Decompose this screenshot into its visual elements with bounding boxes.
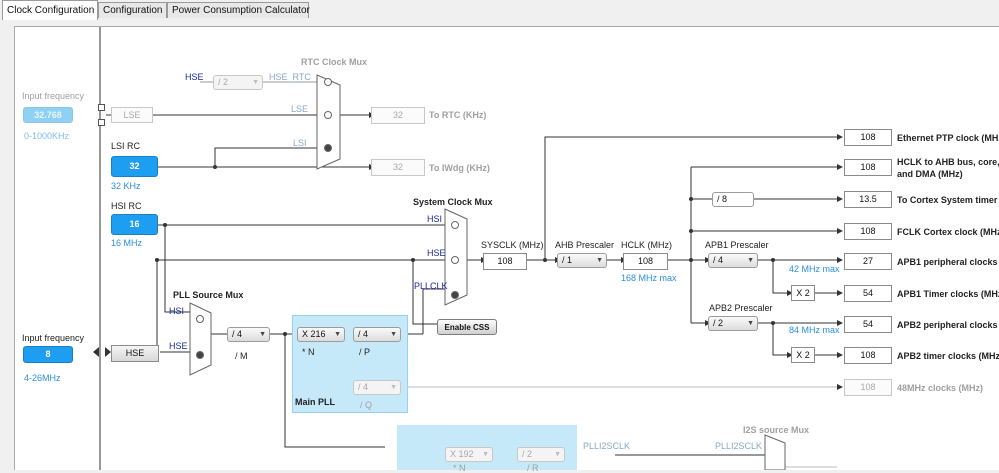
cortex-timer-divider[interactable]: / 8	[712, 192, 754, 207]
plli2s-n-label: * N	[453, 463, 466, 473]
main-pll-title: Main PLL	[295, 397, 335, 407]
cortex-system-timer-value: 13.5	[844, 191, 892, 208]
apb1-timer-multiplier: X 2	[791, 285, 815, 301]
plli2sclk-output-label: PLLI2SCLK	[583, 441, 631, 451]
apb1-timer-label: APB1 Timer clocks (MHz)	[897, 289, 999, 299]
tab-clock-configuration[interactable]: Clock Configuration	[2, 0, 98, 20]
apb2-timer-label: APB2 timer clocks (MHz)	[897, 351, 999, 361]
hsi-rc-label: HSI RC	[111, 201, 142, 211]
pll-n-multiplier-dropdown[interactable]: X 216 ▼	[297, 327, 345, 342]
sysclk-label: SYSCLK (MHz)	[481, 240, 544, 250]
pll-q-label: / Q	[360, 400, 373, 410]
iwdg-output-value: 32	[371, 159, 425, 176]
apb2-timer-multiplier: X 2	[791, 347, 815, 363]
i2s-source-mux-title: I2S source Mux	[743, 425, 810, 435]
tab-power-consumption-calculator[interactable]: Power Consumption Calculator	[167, 2, 310, 18]
usb-48mhz-label: 48MHz clocks (MHz)	[897, 383, 984, 393]
apb2-prescaler-dropdown[interactable]: / 2 ▼	[708, 316, 758, 331]
lsi-unit-label: 32 KHz	[111, 181, 141, 191]
lse-range-label: 0-1000KHz	[24, 131, 70, 141]
fclk-cortex-value: 108	[844, 223, 892, 240]
pll-p-divider-dropdown[interactable]: / 4 ▼	[353, 327, 401, 342]
ahb-prescaler-label: AHB Prescaler	[555, 240, 615, 250]
apb1-peripheral-value: 27	[844, 253, 892, 270]
apb1-timer-value: 54	[844, 285, 892, 302]
apb2-peripheral-value: 54	[844, 316, 892, 333]
apb2-max-label: 84 MHz max	[789, 325, 840, 335]
ahb-prescaler-dropdown[interactable]: / 1 ▼	[557, 253, 607, 268]
clock-tree-canvas: Input frequency 32.768 0-1000KHz LSE LSI…	[14, 26, 999, 473]
hclk-max-label: 168 MHz max	[621, 273, 677, 283]
tab-configuration[interactable]: Configuration	[98, 2, 167, 18]
enable-css-button[interactable]: Enable CSS	[437, 319, 497, 335]
sysmux-hse-label: HSE	[427, 248, 446, 258]
sysmux-hsi-label: HSI	[427, 214, 443, 224]
rtc-hse-divider-dropdown[interactable]: / 2 ▼	[213, 75, 263, 90]
pllsrc-hsi-label: HSI	[169, 306, 185, 316]
rtc-clock-mux-title: RTC Clock Mux	[301, 57, 368, 67]
lse-input-frequency-label: Input frequency	[22, 91, 85, 101]
rtc-hse-rtc-label: HSE_RTC	[269, 72, 311, 82]
lsi-rc-value: 32	[111, 156, 158, 177]
hse-range-label: 4-26MHz	[24, 373, 61, 383]
hclk-value-field[interactable]: 108	[623, 253, 668, 270]
hsi-rc-value: 16	[111, 214, 158, 235]
sysmux-pllclk-label: PLLCLK	[414, 281, 448, 291]
hclk-ahb-value: 108	[844, 159, 892, 176]
fclk-cortex-label: FCLK Cortex clock (MHz)	[897, 227, 999, 237]
apb1-peripheral-label: APB1 peripheral clocks	[897, 257, 998, 267]
plli2sclk-input-label: PLLI2SCLK	[715, 441, 763, 451]
lsi-rc-label: LSI RC	[111, 141, 141, 151]
usb-48mhz-value: 108	[844, 379, 892, 396]
iwdg-output-label: To IWdg (KHz)	[429, 163, 490, 173]
rtc-hse-input-label: HSE	[185, 72, 204, 82]
hclk-ahb-label-line2: and DMA (MHz)	[897, 169, 963, 179]
apb1-max-label: 42 MHz max	[789, 264, 840, 274]
hsi-unit-label: 16 MHz	[111, 238, 143, 248]
system-clock-mux-title: System Clock Mux	[413, 197, 493, 207]
pll-m-divider-dropdown[interactable]: / 4 ▼	[227, 327, 270, 342]
apb1-prescaler-dropdown[interactable]: / 4 ▼	[708, 253, 758, 268]
sysclk-value: 108	[483, 253, 527, 270]
apb2-prescaler-label: APB2 Prescaler	[709, 303, 773, 313]
apb2-peripheral-label: APB2 peripheral clocks	[897, 320, 998, 330]
rtc-output-label: To RTC (KHz)	[429, 110, 487, 120]
hse-oscillator-box: HSE	[111, 345, 159, 362]
plli2s-r-divider-dropdown[interactable]: / 2 ▼	[517, 447, 565, 462]
rtc-output-value: 32	[371, 107, 425, 124]
lse-input-frequency-field[interactable]: 32.768	[23, 107, 73, 123]
hclk-ahb-label-line1: HCLK to AHB bus, core,	[897, 157, 999, 167]
pllsrc-hse-label: HSE	[169, 341, 188, 351]
apb2-timer-value: 108	[844, 347, 892, 364]
lse-pin-out	[98, 119, 105, 126]
cortex-system-timer-label: To Cortex System timer	[897, 195, 998, 205]
pll-n-label: * N	[302, 347, 315, 357]
rtc-lse-input-label: LSE	[291, 104, 309, 114]
hse-input-frequency-label: Input frequency	[22, 333, 85, 343]
hclk-label: HCLK (MHz)	[621, 240, 672, 250]
ethernet-ptp-clock-value: 108	[844, 129, 892, 146]
pll-p-label: / P	[359, 347, 371, 357]
hse-input-frequency-field[interactable]: 8	[23, 346, 73, 363]
pll-source-mux-title: PLL Source Mux	[173, 290, 244, 300]
pll-m-label: / M	[235, 351, 248, 361]
lse-oscillator-box: LSE	[111, 107, 153, 123]
apb1-prescaler-label: APB1 Prescaler	[705, 240, 769, 250]
lse-pin-in	[98, 104, 105, 111]
pll-q-divider-dropdown[interactable]: / 4 ▼	[353, 380, 401, 395]
plli2s-r-label: / R	[527, 463, 539, 473]
tab-bar: Clock Configuration Configuration Power …	[0, 0, 999, 20]
ethernet-ptp-clock-label: Ethernet PTP clock (MHz)	[897, 133, 999, 143]
plli2s-n-multiplier-dropdown[interactable]: X 192 ▼	[445, 447, 493, 462]
rtc-lsi-input-label: LSI	[293, 138, 307, 148]
